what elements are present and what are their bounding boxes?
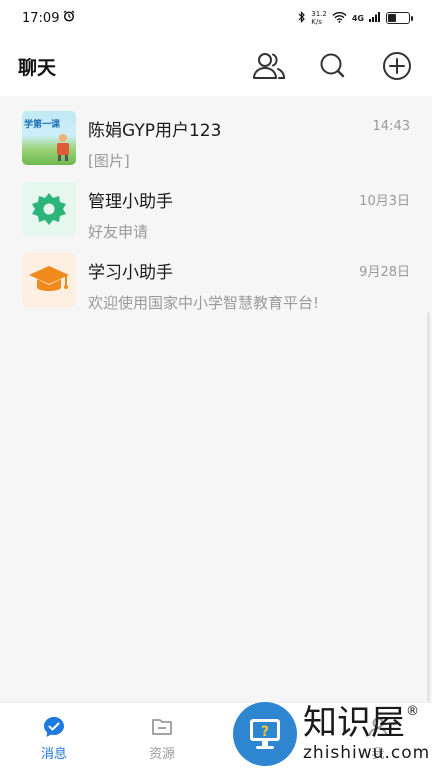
status-time: 17:09 (22, 10, 60, 26)
svg-text:?: ? (261, 724, 269, 740)
contacts-button[interactable] (252, 49, 286, 83)
chat-name: 管理小助手 (88, 192, 173, 212)
chat-preview: [图片] (88, 152, 130, 170)
chat-time: 10月3日 (359, 194, 410, 209)
watermark-logo: ? (233, 702, 297, 766)
watermark: ? 知识屋 ® zhishiwu.com (233, 700, 432, 768)
chat-name: 陈娟GYP用户123 (88, 121, 222, 141)
nav-resources[interactable]: 资源 (108, 703, 216, 768)
add-button[interactable] (380, 49, 414, 83)
signal-icon (369, 11, 381, 25)
watermark-en: zhishiwu.com (303, 743, 431, 763)
watermark-registered: ® (406, 704, 419, 719)
network-type: 4G (351, 13, 364, 23)
nav-label: 资源 (148, 747, 175, 762)
scrollbar[interactable] (427, 312, 430, 702)
gear-icon (32, 193, 66, 225)
plus-circle-icon (383, 52, 411, 80)
chat-preview: 欢迎使用国家中小学智慧教育平台! (88, 294, 320, 312)
avatar (22, 253, 76, 307)
chat-preview: 好友申请 (88, 223, 149, 241)
chat-time: 9月28日 (359, 265, 410, 280)
alarm-icon (63, 10, 75, 26)
search-icon (320, 53, 345, 78)
status-bar: 17:09 31.2 K/s 4G (0, 0, 432, 36)
app-header: 聊天 (0, 36, 432, 96)
monitor-question-icon: ? (250, 719, 280, 749)
battery-icon (386, 12, 413, 24)
graduation-cap-icon (29, 266, 69, 291)
chat-item-manager-assistant[interactable]: 管理小助手 好友申请 10月3日 (0, 181, 432, 252)
page-title: 聊天 (18, 56, 57, 79)
avatar-text: 学第一课 (24, 120, 61, 130)
figure-icon (57, 134, 69, 161)
folder-icon (152, 719, 172, 735)
avatar: 学第一课 (22, 111, 76, 165)
chat-list: 学第一课 陈娟GYP用户123 [图片] 14:43 管理小助手 好友申请 10… (0, 110, 432, 323)
contacts-icon (253, 53, 286, 79)
watermark-cn: 知识屋 (303, 703, 405, 743)
chat-time: 14:43 (372, 119, 410, 134)
net-speed: 31.2 K/s (311, 10, 327, 26)
nav-label: 消息 (40, 747, 67, 762)
chat-bubble-icon (44, 717, 64, 737)
search-button[interactable] (316, 49, 350, 83)
nav-messages[interactable]: 消息 (0, 703, 108, 768)
chat-item-chenjuan[interactable]: 学第一课 陈娟GYP用户123 [图片] 14:43 (0, 110, 432, 181)
chat-name: 学习小助手 (88, 263, 173, 283)
chat-item-study-assistant[interactable]: 学习小助手 欢迎使用国家中小学智慧教育平台! 9月28日 (0, 252, 432, 323)
wifi-icon (332, 11, 347, 26)
avatar (22, 182, 76, 236)
bluetooth-icon (298, 10, 306, 26)
